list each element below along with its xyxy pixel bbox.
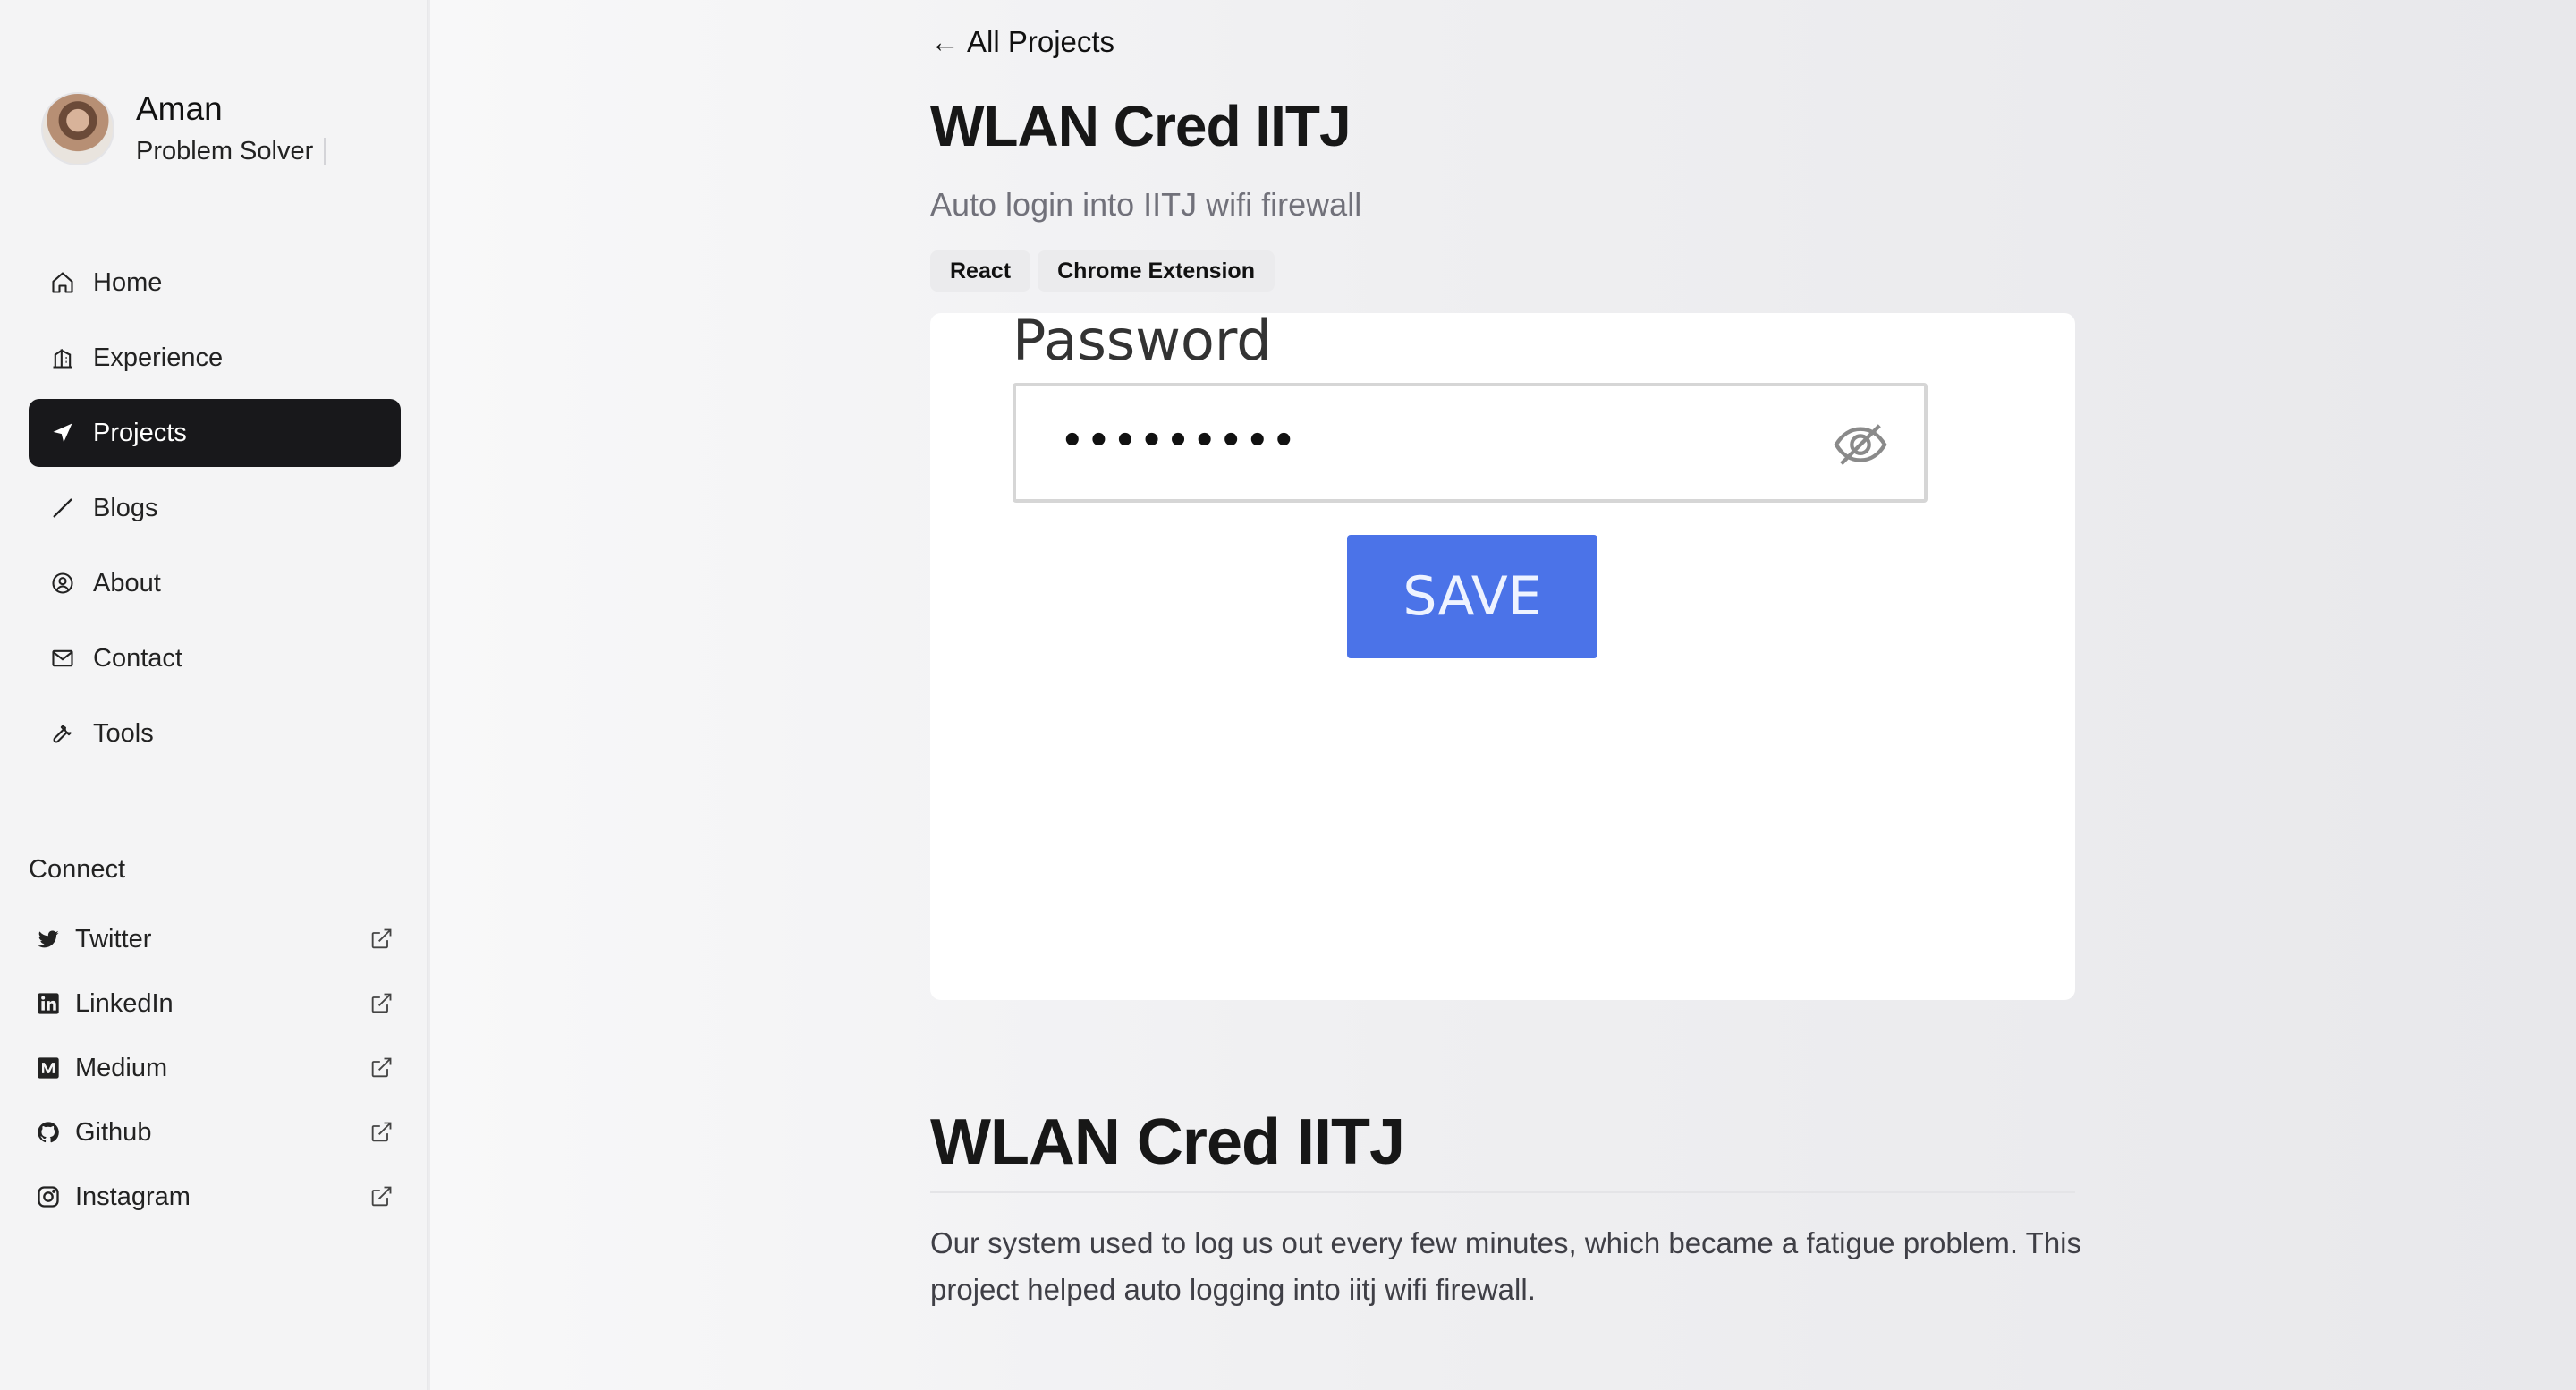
sidebar-item-home[interactable]: Home [29,249,401,317]
sidebar-item-label: Tools [93,718,154,748]
sidebar-item-label: Contact [93,643,182,673]
sidebar-item-label: Blogs [93,493,158,522]
save-button: SAVE [1347,535,1597,658]
wrench-icon [50,721,75,746]
back-to-projects-link[interactable]: ← All Projects [930,25,1114,59]
building-icon [50,345,75,370]
avatar [41,92,114,165]
profile[interactable]: Aman Problem Solver [41,89,326,168]
mail-icon [50,646,75,671]
page-subtitle: Auto login into IITJ wifi firewall [930,186,1362,223]
sidebar-item-label: Projects [93,418,187,447]
connect-item-instagram[interactable]: Instagram [29,1165,401,1229]
profile-name: Aman [136,90,223,127]
connect-list: Twitter LinkedIn Medium Github Instagram [29,907,401,1229]
medium-icon [36,1055,61,1081]
connect-item-linkedin[interactable]: LinkedIn [29,971,401,1036]
tag-chrome-extension: Chrome Extension [1038,250,1275,292]
sidebar-item-experience[interactable]: Experience [29,324,401,392]
sidebar: Aman Problem Solver Home Experience Proj… [0,0,428,1390]
sidebar-item-tools[interactable]: Tools [29,699,401,767]
sidebar-item-label: Home [93,267,163,297]
external-link-icon [369,1120,394,1145]
profile-role-text: Problem Solver [136,137,314,165]
page-title: WLAN Cred IITJ [930,94,1352,158]
connect-item-twitter[interactable]: Twitter [29,907,401,971]
external-link-icon [369,1055,394,1081]
eye-off-icon [1833,420,1888,470]
connect-heading: Connect [29,855,126,884]
sidebar-item-about[interactable]: About [29,549,401,617]
profile-role: Problem Solver [136,134,326,168]
instagram-icon [36,1184,61,1209]
sidebar-item-label: About [93,568,161,598]
linkedin-icon [36,991,61,1016]
pencil-icon [50,496,75,521]
external-link-icon [369,1184,394,1209]
connect-item-label: Github [75,1117,152,1147]
project-hero-image: Password ••••••••• SAVE [930,313,2075,1000]
connect-item-label: Twitter [75,924,152,954]
sidebar-item-projects[interactable]: Projects [29,399,401,467]
home-icon [50,270,75,295]
sidebar-item-contact[interactable]: Contact [29,624,401,692]
user-circle-icon [50,571,75,596]
password-value: ••••••••• [1061,420,1300,462]
github-icon [36,1120,61,1145]
tag-react: React [930,250,1031,292]
main-content: ← All Projects WLAN Cred IITJ Auto login… [430,0,2576,1390]
typing-caret [324,138,326,165]
project-description: Our system used to log us out every few … [930,1226,2081,1306]
back-link-label: All Projects [967,25,1115,58]
sidebar-item-label: Experience [93,343,224,372]
connect-item-label: Medium [75,1053,168,1082]
external-link-icon [369,991,394,1016]
sidebar-item-blogs[interactable]: Blogs [29,474,401,542]
arrow-left-icon: ← [930,25,960,58]
section-title: WLAN Cred IITJ [930,1106,1405,1178]
connect-item-label: LinkedIn [75,988,174,1018]
password-label: Password [1013,313,1272,373]
section-divider [930,1191,2075,1193]
external-link-icon [369,927,394,952]
sidebar-nav: Home Experience Projects Blogs About Con… [29,249,401,775]
twitter-icon [36,927,61,952]
connect-item-medium[interactable]: Medium [29,1036,401,1100]
navigation-arrow-icon [50,420,75,445]
connect-item-label: Instagram [75,1182,191,1211]
tag-list: React Chrome Extension [930,250,1282,292]
password-field: ••••••••• [1013,383,1928,503]
connect-item-github[interactable]: Github [29,1100,401,1165]
profile-text: Aman Problem Solver [136,89,326,168]
